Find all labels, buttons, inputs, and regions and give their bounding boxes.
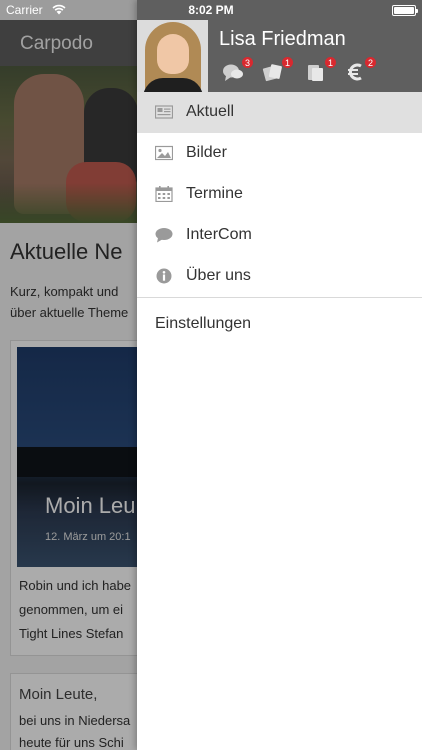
tickets-icon[interactable]: 1 bbox=[262, 56, 294, 84]
menu-item-ueber-uns[interactable]: Über uns bbox=[137, 256, 422, 297]
menu-item-label: Bilder bbox=[186, 144, 227, 161]
menu-item-label: InterCom bbox=[186, 226, 252, 243]
calendar-icon bbox=[155, 186, 173, 202]
documents-icon[interactable]: 1 bbox=[305, 56, 337, 84]
info-icon bbox=[156, 268, 172, 284]
menu-item-termine[interactable]: Termine bbox=[137, 174, 422, 215]
avatar[interactable] bbox=[137, 20, 208, 92]
menu-item-bilder[interactable]: Bilder bbox=[137, 133, 422, 174]
notification-badge: 1 bbox=[281, 56, 294, 69]
menu-item-einstellungen[interactable]: Einstellungen bbox=[137, 298, 422, 346]
image-icon bbox=[155, 145, 173, 161]
chat-bubbles-icon[interactable]: 3 bbox=[222, 56, 254, 84]
euro-icon[interactable]: 2 bbox=[345, 56, 377, 84]
menu-item-label: Über uns bbox=[186, 267, 251, 284]
notification-badge: 2 bbox=[364, 56, 377, 69]
menu-item-label: Termine bbox=[186, 185, 243, 202]
menu-item-intercom[interactable]: InterCom bbox=[137, 215, 422, 256]
menu-item-label: Aktuell bbox=[186, 103, 235, 120]
status-bar: Carrier 8:02 PM bbox=[0, 0, 422, 20]
menu-item-label: Einstellungen bbox=[155, 315, 252, 332]
side-drawer: Lisa Friedman 3 1 1 2 Aktuell Bilder Ter… bbox=[137, 0, 422, 750]
notification-badge: 1 bbox=[324, 56, 337, 69]
menu-item-aktuell[interactable]: Aktuell bbox=[137, 92, 422, 133]
drawer-menu: Aktuell Bilder Termine InterCom Über uns… bbox=[137, 92, 422, 346]
newspaper-icon bbox=[155, 105, 173, 119]
clock: 8:02 PM bbox=[188, 3, 234, 17]
battery-icon bbox=[392, 5, 418, 16]
speech-bubble-icon bbox=[155, 228, 173, 243]
user-name: Lisa Friedman bbox=[219, 28, 346, 50]
notification-badge: 3 bbox=[241, 56, 254, 69]
